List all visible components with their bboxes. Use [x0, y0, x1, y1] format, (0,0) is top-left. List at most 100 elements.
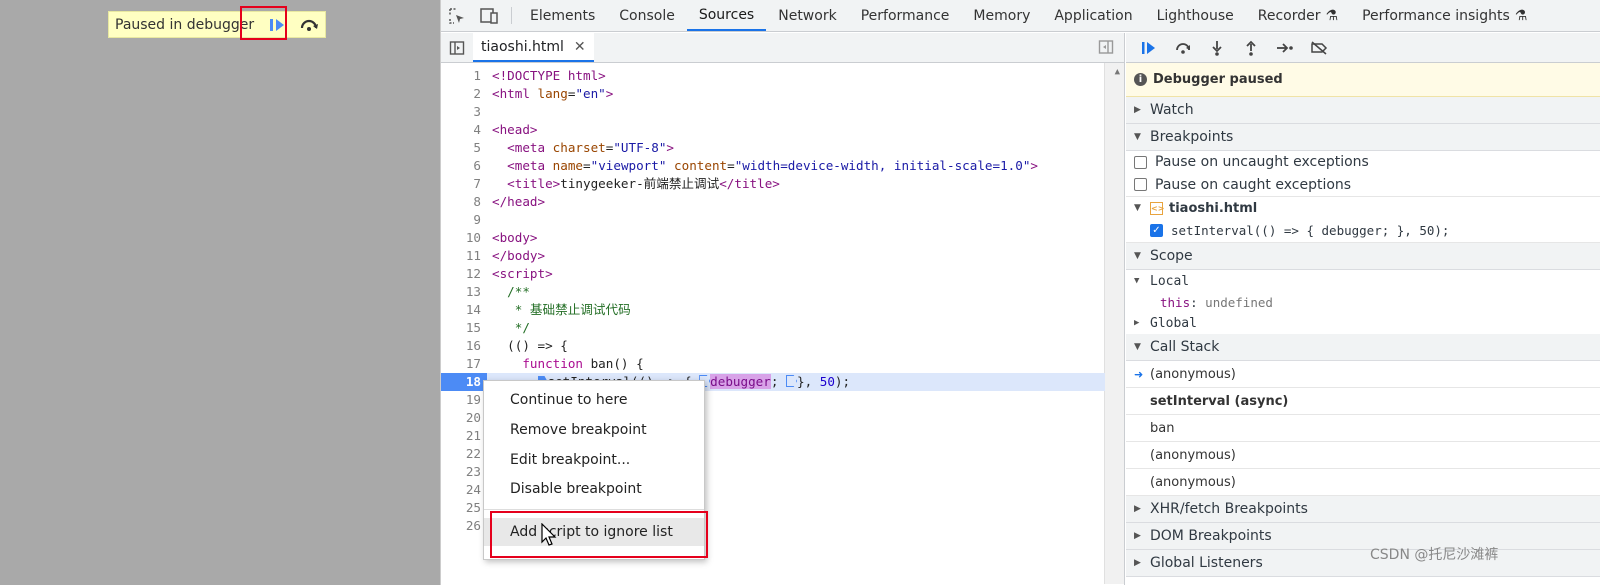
debugger-sidebar-toggle-button[interactable]: [1098, 39, 1116, 57]
sidebar-toggle-icon: [1098, 40, 1114, 54]
tab-lighthouse[interactable]: Lighthouse: [1145, 0, 1246, 31]
code-text: <body>: [492, 229, 538, 247]
step-into-button[interactable]: [1204, 36, 1230, 60]
line-number[interactable]: 10: [441, 229, 481, 247]
code-text: */: [492, 319, 530, 337]
global-listeners-title: Global Listeners: [1150, 555, 1263, 571]
line-number[interactable]: 16: [441, 337, 481, 355]
scope-local[interactable]: ▼ Local: [1126, 270, 1600, 292]
deactivate-breakpoints-button[interactable]: [1306, 36, 1332, 60]
line-number[interactable]: 17: [441, 355, 481, 373]
line-number[interactable]: 25: [441, 499, 481, 517]
scope-colon: :: [1190, 294, 1206, 310]
pause-uncaught-checkbox[interactable]: [1134, 155, 1147, 169]
tab-sources[interactable]: Sources: [686, 0, 767, 31]
code-token: ban() {: [583, 356, 644, 371]
line-number[interactable]: 15: [441, 319, 481, 337]
call-frame[interactable]: (anonymous): [1126, 469, 1600, 496]
global-listeners-section-header[interactable]: ▶ Global Listeners: [1126, 550, 1600, 577]
dom-breakpoints-section-header[interactable]: ▶ DOM Breakpoints: [1126, 523, 1600, 550]
dom-breakpoints-title: DOM Breakpoints: [1150, 528, 1272, 544]
step-over-button[interactable]: [1170, 36, 1196, 60]
line-number[interactable]: 13: [441, 283, 481, 301]
line-number[interactable]: 19: [441, 391, 481, 409]
scope-global-label: Global: [1150, 315, 1197, 331]
resume-button[interactable]: [1136, 36, 1162, 60]
menu-item-disable-breakpoint[interactable]: Disable breakpoint: [484, 475, 704, 503]
code-line: 10 <body>: [441, 229, 1105, 247]
tab-application[interactable]: Application: [1042, 0, 1144, 31]
resume-button[interactable]: [263, 12, 290, 38]
collapse-triangle-icon: ▼: [1134, 203, 1141, 213]
scope-section-header[interactable]: ▼ Scope: [1126, 243, 1600, 270]
code-text: <script>: [492, 265, 553, 283]
tab-performance[interactable]: Performance: [849, 0, 962, 31]
line-number[interactable]: 1: [441, 67, 481, 85]
step-out-button[interactable]: [1238, 36, 1264, 60]
scope-this-entry[interactable]: this: undefined: [1126, 292, 1600, 312]
file-tab-tiaoshi[interactable]: tiaoshi.html ✕: [473, 33, 594, 62]
tab-performance-insights[interactable]: Performance insights ⚗: [1350, 0, 1539, 31]
inspect-element-button[interactable]: [441, 0, 473, 31]
line-number[interactable]: 4: [441, 121, 481, 139]
code-line: 13 /**: [441, 283, 1105, 301]
device-toolbar-button[interactable]: [473, 0, 505, 31]
tab-elements[interactable]: Elements: [518, 0, 607, 31]
step-button[interactable]: [1272, 36, 1298, 60]
pause-caught-label: Pause on caught exceptions: [1155, 176, 1352, 193]
breakpoints-section-header[interactable]: ▼ Breakpoints: [1126, 124, 1600, 151]
line-number[interactable]: 14: [441, 301, 481, 319]
breakpoint-enabled-checkbox[interactable]: ✓: [1150, 224, 1163, 237]
code-token: "en": [575, 86, 606, 101]
code-token: lang: [537, 86, 568, 101]
editor-scrollbar[interactable]: ▲: [1104, 63, 1124, 584]
call-frame[interactable]: (anonymous): [1126, 442, 1600, 469]
close-icon[interactable]: ✕: [574, 39, 586, 55]
pause-uncaught-option[interactable]: Pause on uncaught exceptions: [1126, 151, 1600, 173]
scope-global[interactable]: ▶ Global: [1126, 312, 1600, 334]
toolbar-separator: [511, 7, 512, 24]
line-number[interactable]: 21: [441, 427, 481, 445]
line-number[interactable]: 3: [441, 103, 481, 121]
line-number-breakpoint[interactable]: 18: [441, 373, 487, 391]
line-number[interactable]: 9: [441, 211, 481, 229]
line-number[interactable]: 8: [441, 193, 481, 211]
line-number[interactable]: 5: [441, 139, 481, 157]
pause-caught-option[interactable]: Pause on caught exceptions: [1126, 173, 1600, 197]
sidebar-toggle-icon: [449, 40, 465, 55]
call-stack-section-header[interactable]: ▼ Call Stack: [1126, 334, 1600, 361]
line-number[interactable]: 7: [441, 175, 481, 193]
line-number[interactable]: 22: [441, 445, 481, 463]
device-icon: [480, 7, 498, 24]
line-number[interactable]: 6: [441, 157, 481, 175]
breakpoint-file-group[interactable]: ▼ <> tiaoshi.html: [1126, 197, 1600, 219]
inline-breakpoint-icon[interactable]: [786, 375, 797, 387]
line-number[interactable]: 11: [441, 247, 481, 265]
navigator-toggle-button[interactable]: [441, 33, 473, 62]
line-number[interactable]: 23: [441, 463, 481, 481]
line-number[interactable]: 26: [441, 517, 481, 535]
step-over-button[interactable]: [295, 12, 322, 38]
scope-title: Scope: [1150, 248, 1193, 264]
scroll-up-icon[interactable]: ▲: [1115, 67, 1120, 77]
call-frame[interactable]: ban: [1126, 415, 1600, 442]
tab-recorder[interactable]: Recorder ⚗: [1246, 0, 1350, 31]
line-number[interactable]: 2: [441, 85, 481, 103]
xhr-breakpoints-section-header[interactable]: ▶ XHR/fetch Breakpoints: [1126, 496, 1600, 523]
menu-item-continue-to-here[interactable]: Continue to here: [484, 386, 704, 414]
watch-section-header[interactable]: ▶ Watch: [1126, 97, 1600, 124]
menu-item-add-to-ignore-list[interactable]: Add script to ignore list: [484, 518, 704, 546]
line-number[interactable]: 12: [441, 265, 481, 283]
code-token: "viewport": [590, 158, 667, 173]
pause-caught-checkbox[interactable]: [1134, 178, 1147, 191]
tab-memory[interactable]: Memory: [961, 0, 1042, 31]
call-frame[interactable]: ➜ (anonymous): [1126, 361, 1600, 388]
tab-network[interactable]: Network: [766, 0, 848, 31]
menu-item-edit-breakpoint[interactable]: Edit breakpoint...: [484, 446, 704, 474]
code-line: 7 <title>tinygeeker-前端禁止调试</title>: [441, 175, 1105, 193]
tab-console[interactable]: Console: [607, 0, 687, 31]
line-number[interactable]: 20: [441, 409, 481, 427]
line-number[interactable]: 24: [441, 481, 481, 499]
menu-item-remove-breakpoint[interactable]: Remove breakpoint: [484, 416, 704, 444]
breakpoint-item[interactable]: ✓ setInterval(() => { debugger; }, 50);: [1126, 219, 1600, 243]
